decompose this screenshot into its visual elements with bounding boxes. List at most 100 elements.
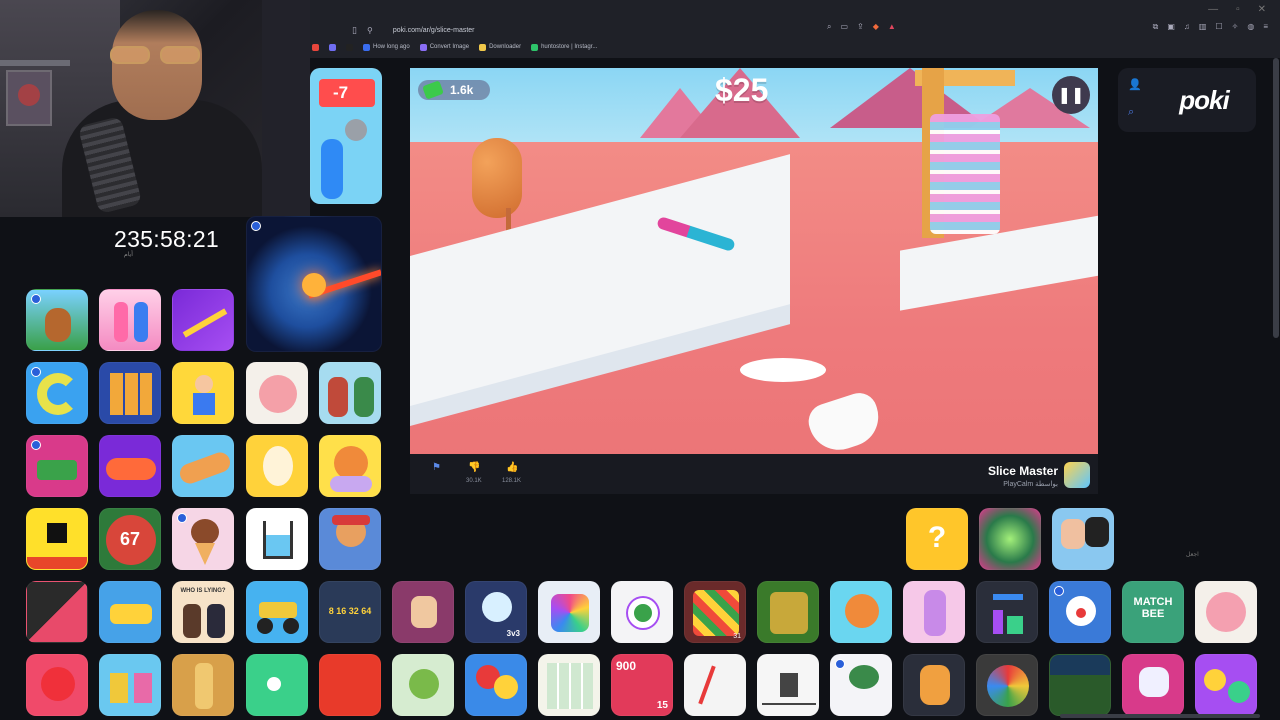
game-tile-earth[interactable] [246,216,382,352]
game-tile-golf[interactable] [246,654,308,716]
game-tile-football[interactable] [1049,654,1111,716]
streamer-glasses [106,46,206,66]
game-tile-king[interactable] [392,581,454,643]
bookmark-huntostore[interactable]: huntostore | Instagr... [531,43,597,51]
game-tile-eyes[interactable] [611,581,673,643]
game-tile-craft[interactable] [99,654,161,716]
ai-icon[interactable]: ✧ [1232,22,1239,32]
game-tile-screws[interactable] [172,654,234,716]
user-icon[interactable]: 👤 [1128,78,1142,91]
rewards-icon[interactable]: ▲ [888,22,896,32]
game-tile-brain-test[interactable] [246,362,308,424]
game-tile-monster-truck[interactable] [246,581,308,643]
dislike-button[interactable]: 👎 [468,462,480,473]
game-tile-67[interactable]: 67 [99,508,161,570]
wallet-icon[interactable]: ▣ [1167,22,1175,32]
game-tile-dress-up[interactable] [903,581,965,643]
game-tile-2048[interactable]: 8 16 32 64 [319,581,381,643]
bookmark-convert-image[interactable]: Convert Image [419,43,469,51]
bookmark-s[interactable] [329,43,336,51]
report-flag-icon[interactable]: ⚑ [432,462,441,473]
menu-icon[interactable]: ≡ [1263,22,1268,32]
game-tile-temple-run[interactable] [757,581,819,643]
game-tile-dino[interactable] [757,654,819,716]
game-tile-chicken[interactable] [830,581,892,643]
close-button[interactable]: ✕ [1258,4,1266,15]
game-tile-blocks[interactable] [99,362,161,424]
game-tile-geometry[interactable] [26,508,88,570]
site-info-icon[interactable]: ⚲ [367,26,373,35]
game-tile-cactus[interactable] [392,654,454,716]
bookmark-c[interactable] [346,43,353,51]
game-tile-car[interactable] [99,581,161,643]
cut-slice [740,358,826,382]
game-tile-tunnel[interactable] [979,508,1041,570]
game-tile-clown[interactable] [1049,581,1111,643]
address-bar[interactable]: ▯ ⚲ poki.com/ar/g/slice-master ⌕ ▭ ⇪ ◆ ▲ [352,22,912,38]
game-tile-anime[interactable]: 3v3 [465,581,527,643]
game-tile-stretch[interactable] [172,289,234,351]
game-tile-stickman-run[interactable] [684,654,746,716]
game-tile-apple[interactable] [26,654,88,716]
poki-logo-box[interactable]: poki [1152,68,1256,132]
share-icon[interactable]: ⇪ [857,22,864,32]
game-tile-egg[interactable] [246,435,308,497]
url-text[interactable]: poki.com/ar/g/slice-master [393,27,475,34]
game-tile-cat-tree[interactable] [830,654,892,716]
pause-button[interactable]: ❚❚ [1052,76,1090,114]
sidebar-icon[interactable]: ▥ [1199,22,1207,32]
game-tile-who-is-lying[interactable]: WHO IS LYING? [172,581,234,643]
game-tile-hammer[interactable] [26,435,88,497]
game-tile-snake[interactable] [26,362,88,424]
maximize-button[interactable]: ▫ [1236,4,1240,15]
game-tile-mahjong[interactable] [538,654,600,716]
game-tile-family[interactable] [319,362,381,424]
zoom-icon[interactable]: ⌕ [827,22,831,32]
game-tile-icecream[interactable] [172,508,234,570]
tile-label: 67 [119,529,141,549]
game-tile-900[interactable]: 900 15 [611,654,673,716]
minimize-button[interactable]: — [1208,4,1218,15]
game-tile-subway[interactable] [319,508,381,570]
game-tile-hexa[interactable] [538,581,600,643]
bookmark-apps[interactable] [312,43,319,51]
vpn-icon[interactable]: ◍ [1247,22,1254,32]
music-icon[interactable]: ♫ [1184,22,1190,32]
game-tile-jungle[interactable] [26,289,88,351]
game-tile-basketball[interactable] [319,435,381,497]
game-tile-stairs[interactable] [26,581,88,643]
game-tile-red-balls[interactable] [319,654,381,716]
game-tile-ghost[interactable] [1122,654,1184,716]
game-tile-dolls[interactable] [99,289,161,351]
game-tile-brain-out[interactable] [1195,581,1257,643]
bookmark-star-icon[interactable]: ▯ [352,25,357,36]
horizontal-scrollbar[interactable] [1060,714,1260,718]
brave-shield-icon[interactable]: ◆ [873,22,879,32]
game-tile-fruits[interactable]: 31 [684,581,746,643]
screen-icon[interactable]: ▭ [840,22,848,32]
vertical-scrollbar[interactable] [1273,58,1279,338]
bookmark-downloader[interactable]: Downloader [479,43,521,51]
game-tile-sort[interactable] [976,581,1038,643]
poki-logo: poki [1179,84,1229,115]
extensions-icon[interactable]: ⧉ [1153,22,1159,32]
game-tile-water-glass[interactable] [246,508,308,570]
money-counter: 1.6k [418,80,490,100]
bookmark-how-long-ago[interactable]: How long ago [363,43,410,51]
game-tile-wheel[interactable] [976,654,1038,716]
tab-search-icon[interactable]: ☐ [1215,22,1222,32]
game-tile-count-master[interactable]: -7 [310,68,382,204]
game-tile-hotdog[interactable] [172,435,234,497]
game-tile-blobs[interactable] [1195,654,1257,716]
game-canvas[interactable]: 1.6k $25 ❚❚ [410,68,1098,454]
game-tile-worm[interactable] [99,435,161,497]
game-tile-question-block[interactable]: ? [906,508,968,570]
game-thumbnail[interactable] [1064,462,1090,488]
search-icon[interactable]: ⌕ [1128,106,1134,119]
game-tile-ragdoll[interactable] [903,654,965,716]
game-tile-match-bee[interactable]: MATCH BEE [1122,581,1184,643]
game-tile-ninja[interactable] [1052,508,1114,570]
like-button[interactable]: 👍 [506,462,518,473]
game-tile-ping-pong[interactable] [465,654,527,716]
game-tile-swing[interactable] [172,362,234,424]
